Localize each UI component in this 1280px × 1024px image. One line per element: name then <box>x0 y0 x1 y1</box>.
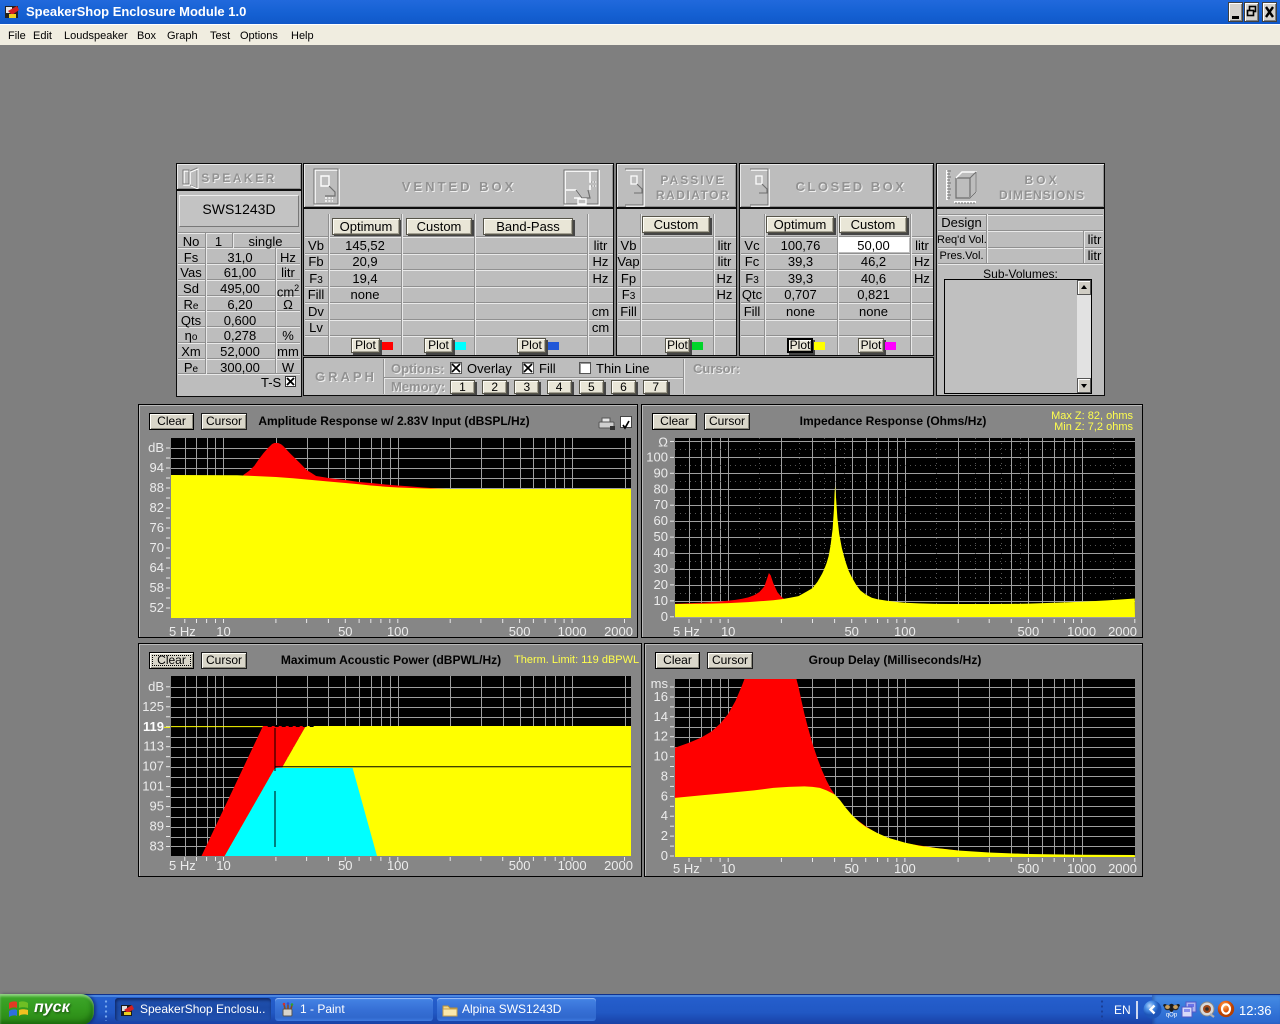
svg-text:16: 16 <box>654 689 668 704</box>
svg-text:30: 30 <box>654 561 668 576</box>
svg-text:0: 0 <box>661 848 668 863</box>
svg-text:70: 70 <box>654 497 668 512</box>
svg-text:10: 10 <box>216 858 230 873</box>
svg-text:dB: dB <box>148 679 164 694</box>
svg-text:6: 6 <box>661 788 668 803</box>
svg-text:qOp: qOp <box>1166 1013 1178 1019</box>
svg-text:52: 52 <box>150 600 164 615</box>
svg-text:50: 50 <box>844 861 858 876</box>
svg-text:20: 20 <box>654 577 668 592</box>
svg-text:2000: 2000 <box>1108 624 1137 637</box>
svg-text:89: 89 <box>150 819 164 834</box>
svg-text:94: 94 <box>150 460 164 475</box>
svg-text:0: 0 <box>661 609 668 624</box>
svg-text:82: 82 <box>150 500 164 515</box>
svg-text:76: 76 <box>150 520 164 535</box>
svg-text:1000: 1000 <box>1067 624 1096 637</box>
svg-text:70: 70 <box>150 540 164 555</box>
svg-text:Ω: Ω <box>658 435 668 450</box>
svg-text:500: 500 <box>1018 861 1040 876</box>
svg-text:58: 58 <box>150 580 164 595</box>
svg-text:2000: 2000 <box>604 858 633 873</box>
svg-text:50: 50 <box>654 529 668 544</box>
svg-text:1000: 1000 <box>558 858 587 873</box>
svg-text:10: 10 <box>721 624 735 637</box>
svg-text:500: 500 <box>509 858 531 873</box>
svg-text:2000: 2000 <box>1108 861 1137 876</box>
svg-text:4: 4 <box>661 808 668 823</box>
svg-text:95: 95 <box>150 799 164 814</box>
svg-text:14: 14 <box>654 709 668 724</box>
svg-text:60: 60 <box>654 513 668 528</box>
svg-text:5 Hz: 5 Hz <box>169 624 196 637</box>
svg-text:80: 80 <box>654 481 668 496</box>
svg-text:107: 107 <box>142 759 164 774</box>
svg-text:2000: 2000 <box>604 624 633 637</box>
svg-text:10: 10 <box>654 593 668 608</box>
svg-text:100: 100 <box>646 449 668 464</box>
svg-text:88: 88 <box>150 480 164 495</box>
svg-text:64: 64 <box>150 560 164 575</box>
svg-text:83: 83 <box>150 839 164 854</box>
svg-text:101: 101 <box>142 779 164 794</box>
svg-text:50: 50 <box>844 624 858 637</box>
svg-text:12: 12 <box>654 729 668 744</box>
svg-text:1000: 1000 <box>558 624 587 637</box>
svg-text:dB: dB <box>148 440 164 455</box>
svg-text:500: 500 <box>509 624 531 637</box>
svg-text:500: 500 <box>1018 624 1040 637</box>
svg-text:5 Hz: 5 Hz <box>673 861 700 876</box>
svg-text:1000: 1000 <box>1067 861 1096 876</box>
svg-text:100: 100 <box>894 861 916 876</box>
svg-text:10: 10 <box>654 749 668 764</box>
svg-text:10: 10 <box>721 861 735 876</box>
svg-text:40: 40 <box>654 545 668 560</box>
svg-text:50: 50 <box>338 624 352 637</box>
svg-text:5 Hz: 5 Hz <box>169 858 196 873</box>
svg-text:100: 100 <box>387 624 409 637</box>
svg-text:50: 50 <box>338 858 352 873</box>
svg-text:2: 2 <box>661 828 668 843</box>
svg-text:100: 100 <box>387 858 409 873</box>
svg-text:100: 100 <box>894 624 916 637</box>
svg-text:119: 119 <box>143 719 164 734</box>
svg-text:10: 10 <box>216 624 230 637</box>
svg-text:113: 113 <box>143 739 164 754</box>
svg-text:8: 8 <box>661 769 668 784</box>
svg-text:90: 90 <box>654 465 668 480</box>
svg-text:125: 125 <box>142 699 164 714</box>
svg-text:5 Hz: 5 Hz <box>673 624 700 637</box>
